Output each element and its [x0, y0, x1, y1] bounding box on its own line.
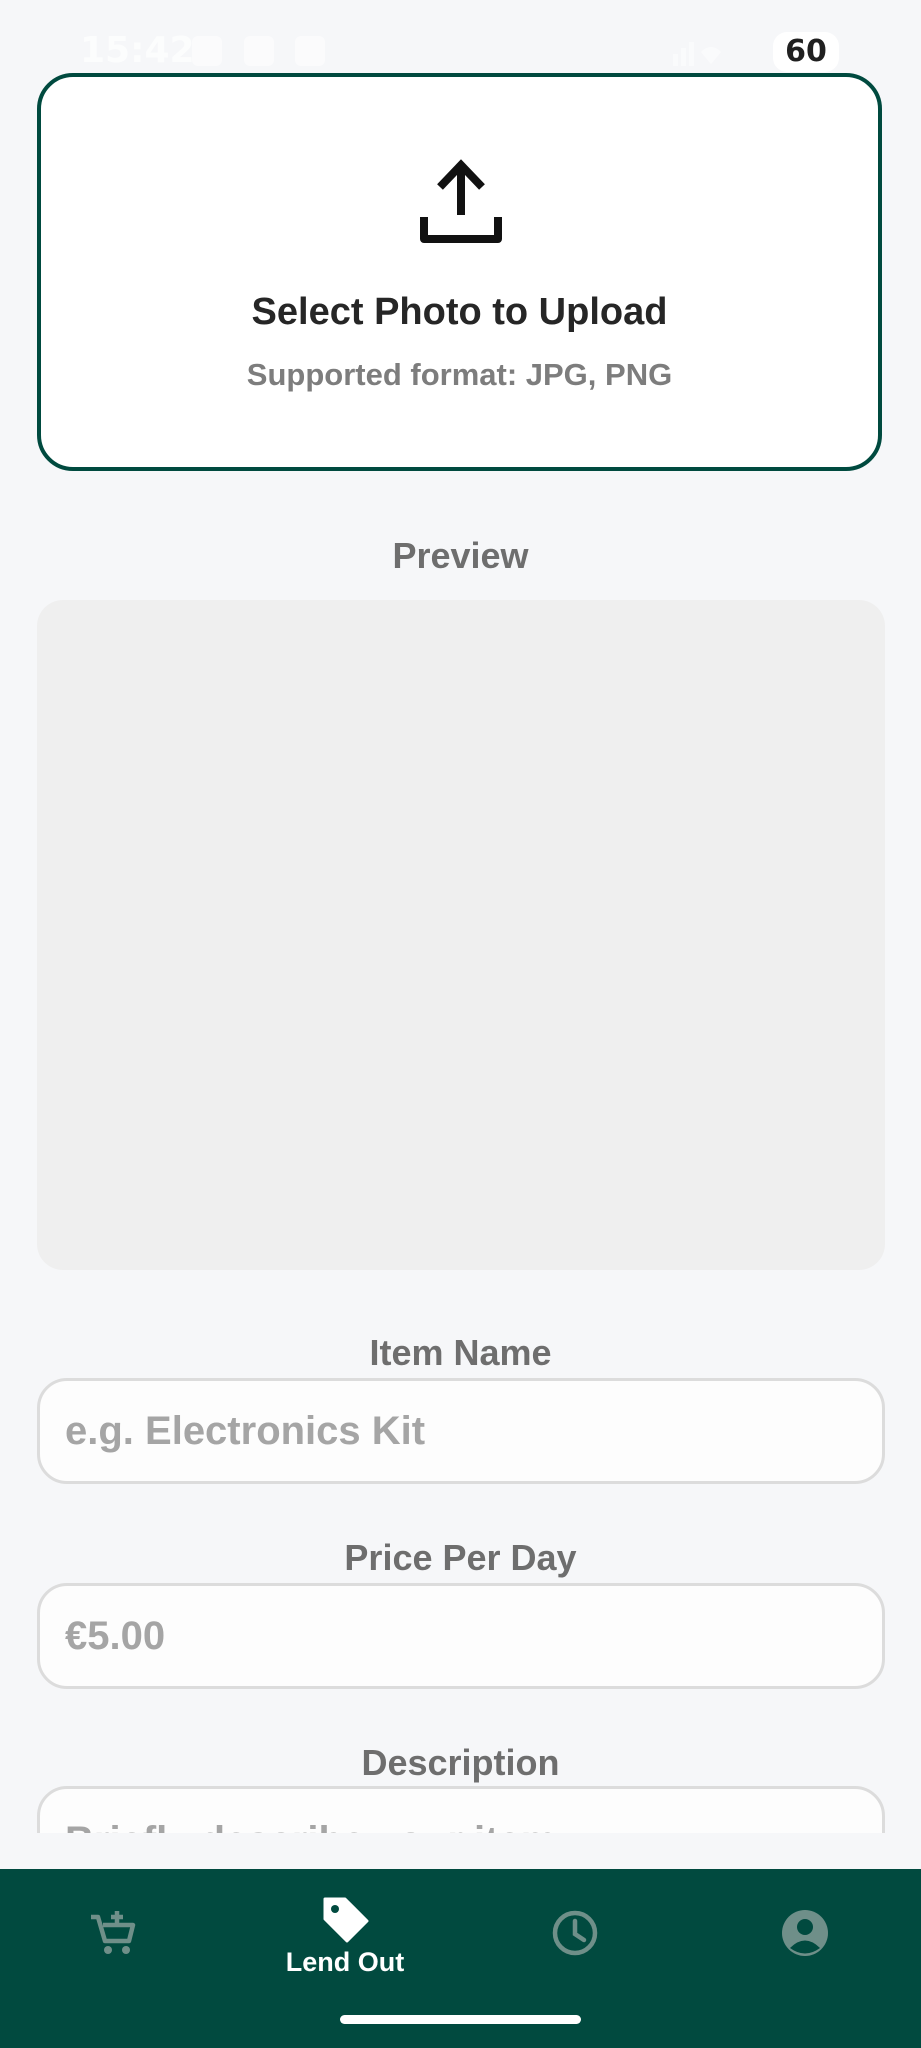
item-name-input[interactable]: [37, 1378, 885, 1484]
nav-item-label: Lend Out: [285, 1947, 405, 1977]
clock-icon: [552, 1910, 598, 1956]
price-per-day-label: Price Per Day: [344, 1537, 577, 1578]
nav-item-history[interactable]: [460, 1869, 690, 2009]
description-input[interactable]: [37, 1786, 885, 1833]
upload-icon: [420, 159, 502, 243]
upload-photo-card[interactable]: Select Photo to Upload Supported format:…: [37, 73, 882, 471]
price-per-day-input[interactable]: [37, 1583, 885, 1689]
battery-indicator: 60: [773, 32, 839, 72]
image-preview: [37, 600, 885, 1270]
nav-item-browse[interactable]: [0, 1869, 230, 2009]
description-label: Description: [361, 1742, 560, 1783]
upload-subtitle: Supported format: JPG, PNG: [246, 357, 673, 392]
account-icon: [782, 1910, 828, 1956]
tag-icon: [323, 1897, 369, 1943]
linkedin-icon: [244, 36, 274, 66]
nav-item-lend-out[interactable]: Lend Out: [230, 1869, 460, 2009]
scroll-clip: [0, 1786, 921, 1833]
add-to-cart-icon: [91, 1911, 136, 1954]
item-name-label: Item Name: [369, 1332, 552, 1373]
status-time: 15:42: [80, 30, 195, 71]
upload-title: Select Photo to Upload: [251, 291, 668, 333]
nav-item-profile[interactable]: [690, 1869, 920, 2009]
home-indicator: [340, 2015, 581, 2024]
preview-label: Preview: [392, 535, 529, 576]
app-b-icon: [295, 36, 325, 66]
notification-icon: [192, 36, 222, 66]
signal-wifi-icon: [673, 42, 721, 66]
